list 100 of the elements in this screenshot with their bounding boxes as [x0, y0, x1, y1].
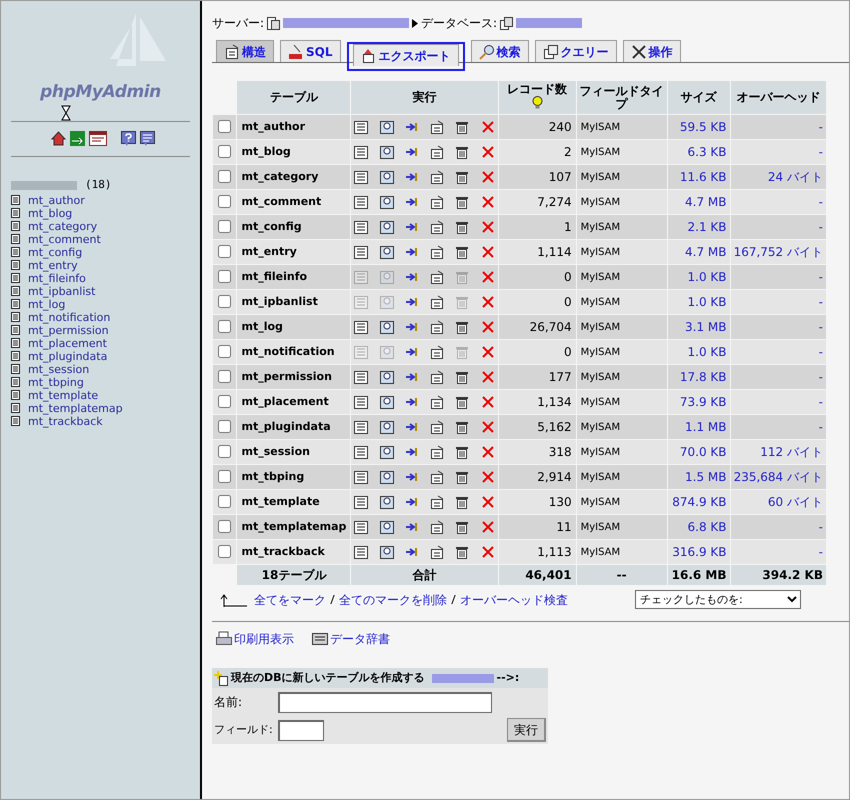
- sidebar-table-link[interactable]: mt_tbping: [28, 376, 84, 388]
- search-form-icon[interactable]: [380, 220, 394, 234]
- browse-icon[interactable]: [354, 244, 368, 260]
- row-checkbox[interactable]: [218, 245, 232, 258]
- properties-icon[interactable]: [430, 344, 444, 360]
- size-link[interactable]: 316.9 KB: [668, 540, 730, 564]
- tab[interactable]: クエリー: [534, 40, 616, 62]
- properties-icon[interactable]: [430, 194, 444, 210]
- properties-icon[interactable]: [430, 370, 444, 384]
- tab[interactable]: 検索: [470, 40, 528, 62]
- sql-help-icon[interactable]: [140, 131, 155, 147]
- properties-icon[interactable]: [430, 120, 444, 134]
- mark-link[interactable]: オーバーヘッド検査: [460, 590, 568, 608]
- properties-icon[interactable]: [430, 144, 444, 160]
- properties-icon[interactable]: [430, 520, 444, 534]
- search-form-icon[interactable]: [380, 194, 394, 210]
- delete-x-icon[interactable]: [480, 420, 495, 434]
- delete-x-icon[interactable]: [480, 220, 495, 234]
- properties-icon[interactable]: [430, 270, 444, 284]
- sidebar-table-link[interactable]: mt_author: [28, 194, 85, 206]
- trash-icon[interactable]: [455, 420, 470, 434]
- delete-x-icon[interactable]: [480, 170, 495, 184]
- trash-icon[interactable]: [455, 170, 470, 184]
- size-link[interactable]: 4.7 MB: [668, 240, 730, 264]
- with-selected-dropdown[interactable]: チェックしたものを:: [635, 590, 801, 609]
- delete-x-icon[interactable]: [480, 444, 495, 460]
- delete-x-icon[interactable]: [480, 244, 495, 260]
- properties-icon[interactable]: [430, 470, 444, 484]
- search-form-icon[interactable]: [380, 394, 394, 410]
- search-form-icon[interactable]: [380, 170, 394, 184]
- delete-x-icon[interactable]: [480, 370, 495, 384]
- browse-icon[interactable]: [354, 194, 368, 210]
- trash-icon[interactable]: [455, 194, 470, 210]
- properties-icon[interactable]: [430, 170, 444, 184]
- search-form-icon[interactable]: [380, 144, 394, 160]
- row-checkbox[interactable]: [218, 520, 232, 534]
- size-link[interactable]: 1.1 MB: [668, 415, 730, 439]
- delete-x-icon[interactable]: [480, 144, 495, 160]
- search-form-icon[interactable]: [380, 244, 394, 260]
- delete-x-icon[interactable]: [480, 544, 495, 560]
- trash-icon[interactable]: [455, 244, 470, 260]
- size-link[interactable]: 6.8 KB: [668, 515, 730, 539]
- browse-icon[interactable]: [354, 420, 368, 434]
- tab[interactable]: 操作: [622, 40, 680, 62]
- delete-x-icon[interactable]: [480, 320, 495, 334]
- sidebar-table-link[interactable]: mt_template: [28, 388, 98, 402]
- sidebar-table-link[interactable]: mt_category: [28, 220, 98, 232]
- trash-icon[interactable]: [455, 444, 470, 460]
- search-form-icon[interactable]: [380, 420, 394, 434]
- sidebar-table-link[interactable]: mt_config: [28, 246, 82, 258]
- tab[interactable]: エクスポート: [352, 44, 458, 66]
- browse-icon[interactable]: [354, 370, 368, 384]
- sidebar-table-link[interactable]: mt_log: [28, 298, 66, 310]
- trash-icon[interactable]: [455, 220, 470, 234]
- sidebar-table-link[interactable]: mt_notification: [28, 310, 110, 324]
- delete-x-icon[interactable]: [480, 520, 495, 534]
- submit-button[interactable]: 実行: [507, 718, 546, 742]
- row-checkbox[interactable]: [218, 470, 232, 484]
- mark-link[interactable]: 全てをマーク: [254, 590, 326, 608]
- search-form-icon[interactable]: [380, 494, 394, 510]
- delete-x-icon[interactable]: [480, 194, 495, 210]
- row-checkbox[interactable]: [218, 395, 232, 408]
- trash-icon[interactable]: [455, 320, 470, 334]
- browse-icon[interactable]: [354, 494, 368, 510]
- size-link[interactable]: 6.3 KB: [668, 140, 730, 164]
- browse-icon[interactable]: [354, 394, 368, 410]
- trash-icon[interactable]: [455, 120, 470, 134]
- sql-window-icon[interactable]: [89, 131, 107, 146]
- properties-icon[interactable]: [430, 494, 444, 510]
- size-link[interactable]: 874.9 KB: [668, 490, 730, 514]
- trash-icon[interactable]: [455, 544, 470, 560]
- delete-x-icon[interactable]: [480, 344, 495, 360]
- size-link[interactable]: 11.6 KB: [668, 165, 730, 189]
- properties-icon[interactable]: [430, 394, 444, 410]
- size-link[interactable]: 70.0 KB: [668, 440, 730, 464]
- browse-icon[interactable]: [354, 320, 368, 334]
- properties-icon[interactable]: [430, 444, 444, 460]
- browse-icon[interactable]: [354, 544, 368, 560]
- trash-icon[interactable]: [455, 394, 470, 410]
- trash-icon[interactable]: [455, 520, 470, 534]
- row-checkbox[interactable]: [218, 320, 232, 334]
- size-link[interactable]: 17.8 KB: [668, 365, 730, 389]
- sidebar-table-link[interactable]: mt_placement: [28, 336, 107, 350]
- row-checkbox[interactable]: [218, 495, 232, 508]
- size-link[interactable]: 73.9 KB: [668, 390, 730, 414]
- browse-icon[interactable]: [354, 470, 368, 484]
- help-icon[interactable]: [121, 131, 136, 147]
- size-link[interactable]: 59.5 KB: [668, 115, 730, 139]
- row-checkbox[interactable]: [218, 220, 232, 234]
- size-link[interactable]: 1.0 KB: [668, 265, 730, 289]
- properties-icon[interactable]: [430, 244, 444, 260]
- row-checkbox[interactable]: [218, 345, 232, 358]
- row-checkbox[interactable]: [218, 270, 232, 284]
- sidebar-table-link[interactable]: mt_ipbanlist: [28, 284, 96, 298]
- tab[interactable]: SQL: [280, 40, 340, 62]
- page-link[interactable]: データ辞書: [330, 630, 390, 648]
- trash-icon[interactable]: [455, 370, 470, 384]
- delete-x-icon[interactable]: [480, 394, 495, 410]
- search-form-icon[interactable]: [380, 520, 394, 534]
- search-form-icon[interactable]: [380, 120, 394, 134]
